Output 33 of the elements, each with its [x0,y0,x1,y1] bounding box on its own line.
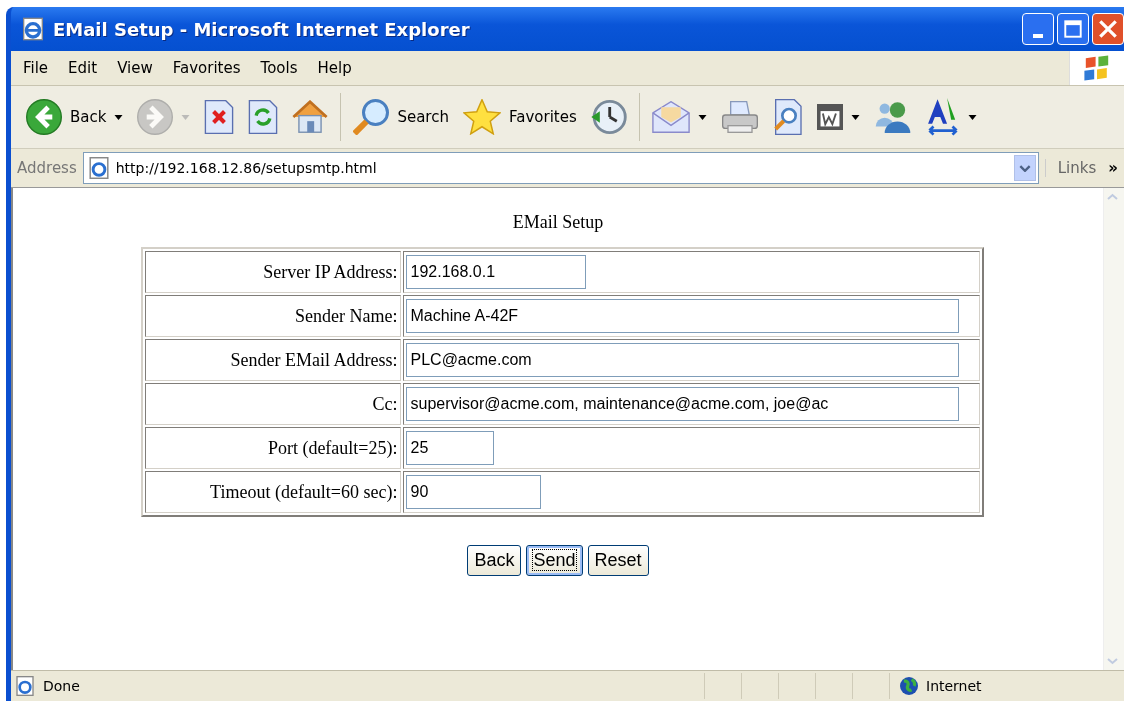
menu-item[interactable]: Favorites [172,59,253,77]
status-text: Done [43,678,80,694]
input-field[interactable]: Machine A-42F [405,299,959,333]
back-button[interactable]: Back [467,545,522,576]
search-button[interactable]: Search [348,97,454,137]
input-field[interactable]: 192.168.0.1 [405,255,586,289]
field-label: Cc: [144,383,401,425]
field-label: Server IP Address: [144,251,401,293]
field-label: Port (default=25): [144,427,401,469]
menu-item[interactable]: Tools [260,59,310,77]
more-links-button[interactable]: » [1108,159,1118,177]
reset-button[interactable]: Reset [587,545,649,576]
field-label: Sender Name: [144,295,401,337]
input-field[interactable]: 90 [405,475,541,509]
input-field[interactable]: 25 [405,431,494,465]
menu-item[interactable]: Help [317,59,364,77]
address-label: Address [17,159,77,177]
input-field[interactable]: supervisor@acme.com, maintenance@acme.com, joe@ac [405,387,959,421]
page-heading: EMail Setup [512,212,604,233]
menu-item[interactable]: File [23,59,61,77]
send-button[interactable]: Send [526,545,583,576]
address-field[interactable]: http://192.168.12.86/setupsmtp.html [82,152,1039,184]
menu-item[interactable]: View [117,59,165,77]
menu-item[interactable]: Edit [68,59,110,77]
links-button[interactable]: Links [1044,159,1103,177]
window-title: EMail Setup - Microsoft Internet Explorer [53,18,470,40]
security-zone: Internet [926,678,982,694]
input-field[interactable]: PLC@acme.com [405,343,959,377]
favorites-button[interactable]: Favorites [457,97,582,137]
address-url: http://192.168.12.86/setupsmtp.html [115,160,378,176]
back-button[interactable]: Back [21,97,129,137]
field-label: Sender EMail Address: [144,339,401,381]
field-label: Timeout (default=60 sec): [144,471,401,513]
